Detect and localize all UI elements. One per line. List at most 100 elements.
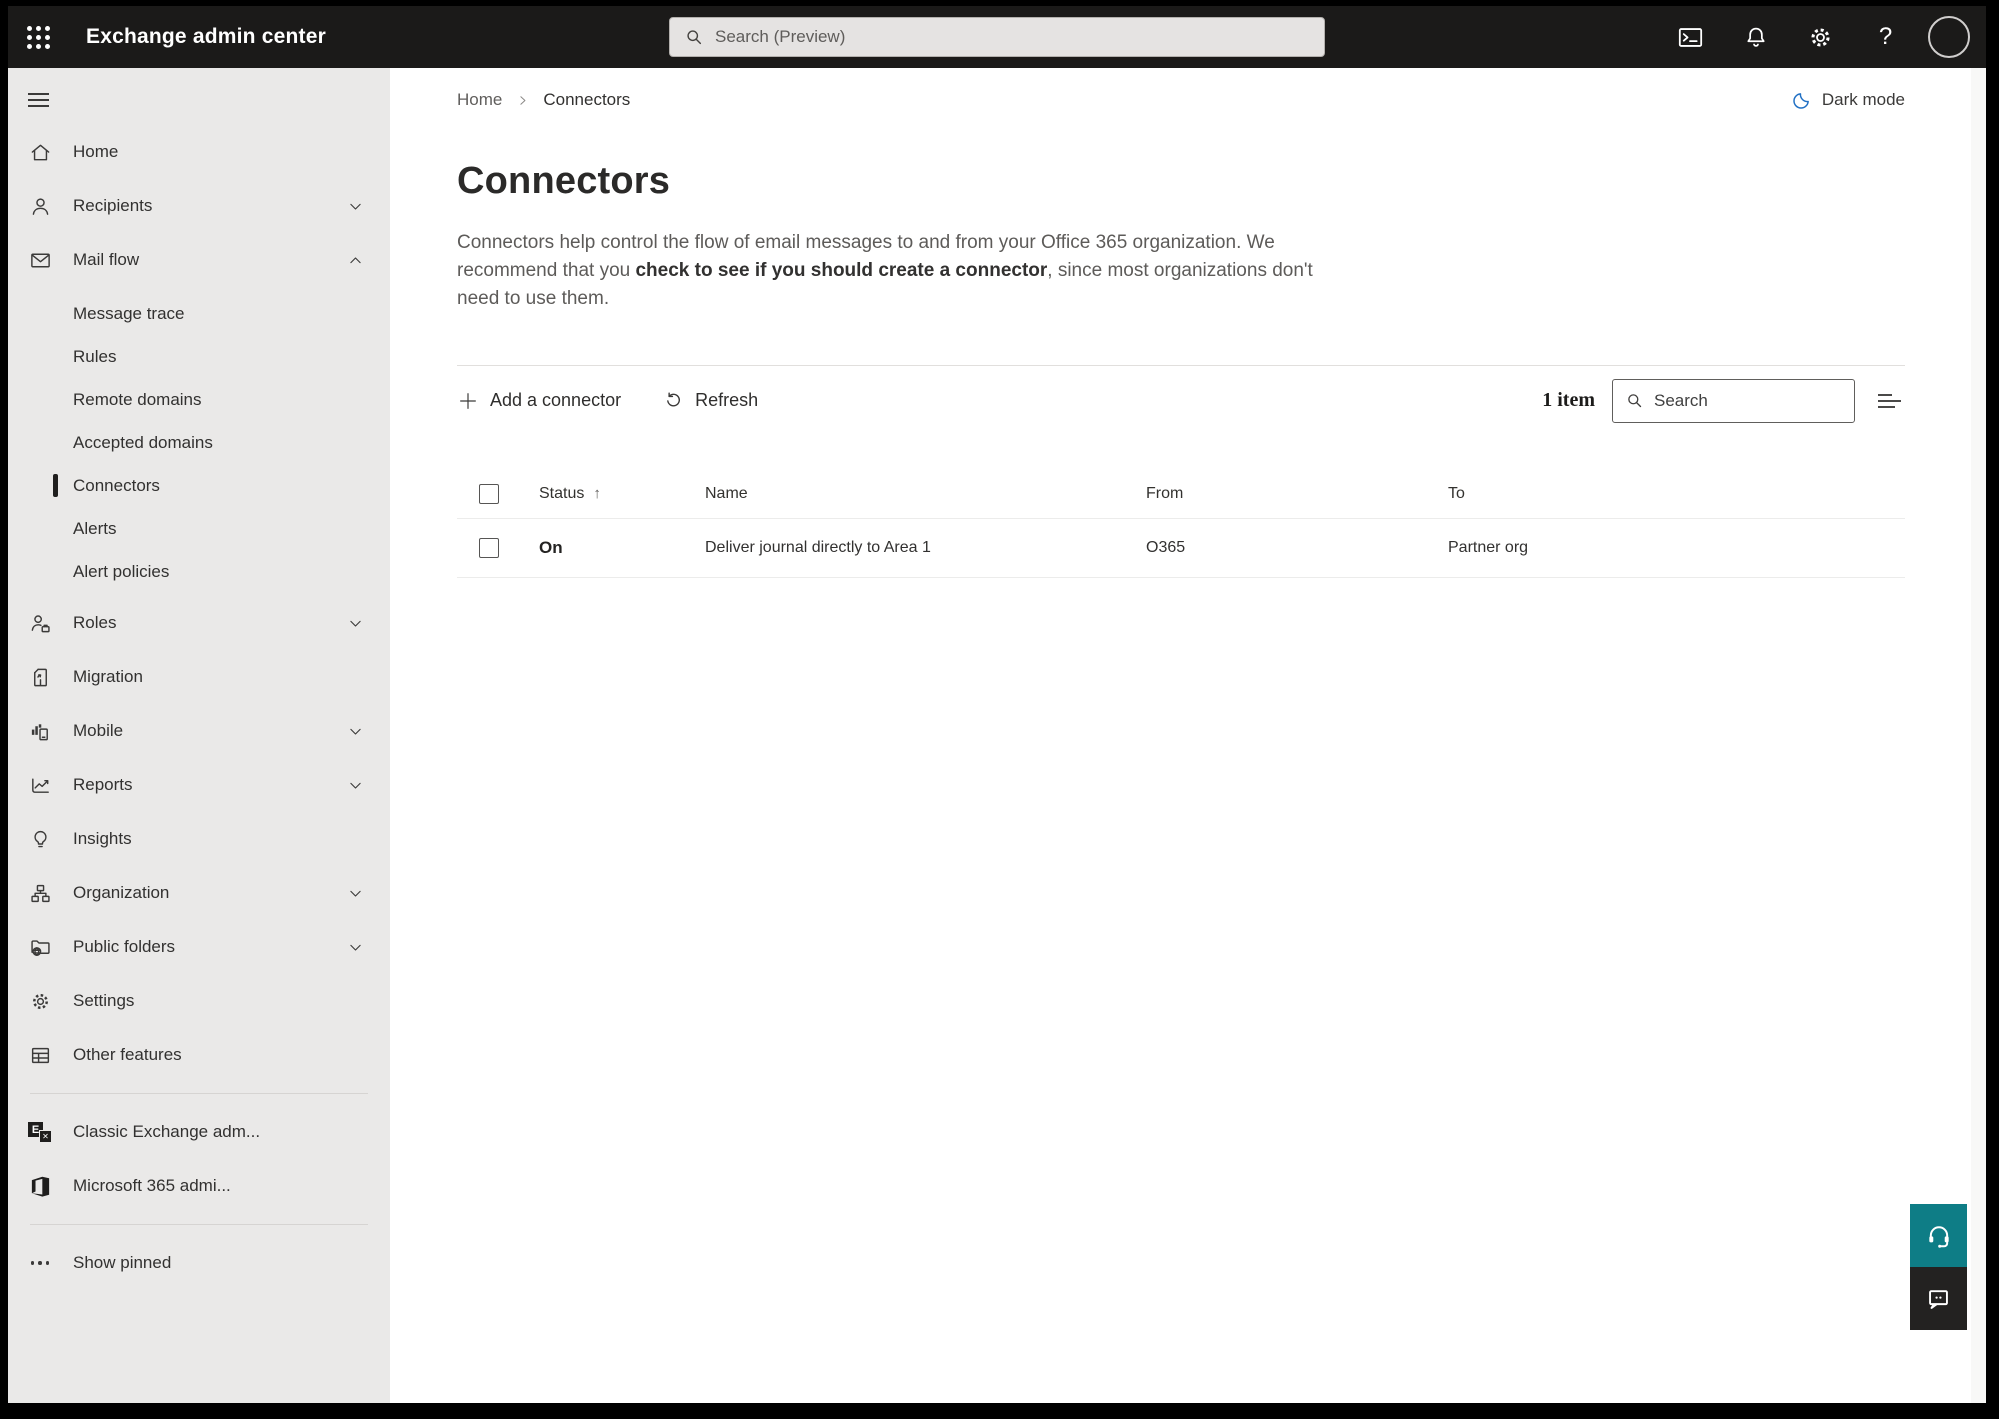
sidebar-subitem-label: Accepted domains xyxy=(73,432,213,452)
sidebar-item-label: Organization xyxy=(73,883,170,902)
top-bar: Exchange admin center Search (Preview) ? xyxy=(8,6,1986,68)
table-header-row: Status ↑ Name From To xyxy=(457,469,1905,519)
refresh-icon xyxy=(667,392,681,407)
sidebar-item-accepted-domains[interactable]: Accepted domains xyxy=(8,421,390,464)
chat-bubble-icon xyxy=(1929,1290,1948,1309)
sidebar-item-recipients[interactable]: Recipients xyxy=(8,184,390,228)
sidebar-item-label: Home xyxy=(73,142,119,161)
terminal-icon xyxy=(1678,27,1703,47)
sidebar-item-public-folders[interactable]: Public folders xyxy=(8,925,390,969)
sidebar-item-organization[interactable]: Organization xyxy=(8,871,390,915)
page-title: Connectors xyxy=(457,160,671,202)
support-button[interactable] xyxy=(1910,1204,1967,1267)
sidebar: Home Recipients Mail flow Message trace … xyxy=(8,68,390,1403)
account-avatar[interactable] xyxy=(1928,16,1970,58)
lightbulb-icon xyxy=(28,827,52,851)
sidebar-item-label: Recipients xyxy=(73,196,153,215)
search-icon xyxy=(687,30,702,45)
sidebar-item-mail-flow[interactable]: Mail flow xyxy=(8,238,390,282)
column-header-status[interactable]: Status ↑ xyxy=(539,485,705,503)
add-connector-label: Add a connector xyxy=(490,390,622,410)
refresh-button[interactable]: Refresh xyxy=(663,390,758,411)
topbar-actions: ? xyxy=(1658,6,1986,68)
row-from: O365 xyxy=(1146,539,1186,556)
sidebar-subitem-label: Rules xyxy=(73,346,117,366)
select-all-checkbox[interactable] xyxy=(479,483,499,504)
plus-icon xyxy=(460,392,476,409)
column-header-from[interactable]: From xyxy=(1146,485,1448,503)
mail-icon xyxy=(28,248,52,272)
sidebar-item-other-features[interactable]: Other features xyxy=(8,1033,390,1077)
app-launcher-button[interactable] xyxy=(8,6,68,68)
sidebar-subitem-label: Remote domains xyxy=(73,389,202,409)
sidebar-subitem-label: Alert policies xyxy=(73,561,170,581)
sidebar-item-label: Mail flow xyxy=(73,250,140,269)
app-window: Exchange admin center Search (Preview) ?… xyxy=(8,6,1986,1403)
sidebar-item-rules[interactable]: Rules xyxy=(8,335,390,378)
sidebar-collapse-button[interactable] xyxy=(8,78,390,122)
sidebar-item-mobile[interactable]: Mobile xyxy=(8,709,390,753)
column-header-to[interactable]: To xyxy=(1448,485,1905,503)
add-connector-button[interactable]: Add a connector xyxy=(457,390,621,412)
row-status: On xyxy=(539,538,563,557)
sidebar-divider xyxy=(30,1093,368,1094)
dark-mode-toggle[interactable]: Dark mode xyxy=(1791,90,1905,111)
sidebar-item-classic-exchange-admin[interactable]: E ✕ Classic Exchange adm... xyxy=(8,1110,390,1154)
list-search-box[interactable] xyxy=(1612,378,1855,423)
folder-globe-icon xyxy=(28,935,52,959)
question-mark-icon: ? xyxy=(1878,23,1893,50)
scrollbar-track[interactable] xyxy=(1971,68,1986,1403)
notifications-button[interactable] xyxy=(1723,6,1788,68)
sidebar-item-remote-domains[interactable]: Remote domains xyxy=(8,378,390,421)
create-connector-link[interactable]: check to see if you should create a conn… xyxy=(635,260,1047,281)
sidebar-item-label: Show pinned xyxy=(73,1253,172,1272)
breadcrumb-home-link[interactable]: Home xyxy=(457,90,502,110)
sidebar-item-connectors[interactable]: Connectors xyxy=(8,464,390,507)
main-panel: Home Connectors Dark mode Connectors Con… xyxy=(390,68,1986,1403)
sidebar-item-roles[interactable]: Roles xyxy=(8,601,390,645)
moon-icon xyxy=(1793,92,1809,109)
sidebar-subitem-label: Connectors xyxy=(73,475,160,495)
sidebar-item-alert-policies[interactable]: Alert policies xyxy=(8,550,390,593)
global-search-box[interactable] xyxy=(669,17,1325,57)
breadcrumb-current: Connectors xyxy=(543,90,631,109)
gear-icon xyxy=(1811,27,1830,47)
table-row[interactable]: On Deliver journal directly to Area 1 O3… xyxy=(457,519,1905,578)
chevron-up-icon xyxy=(347,252,364,269)
filter-icon xyxy=(1878,393,1901,408)
chevron-right-icon xyxy=(516,94,529,107)
cloud-shell-button[interactable] xyxy=(1658,6,1723,68)
column-header-name[interactable]: Name xyxy=(705,485,1146,503)
sidebar-item-label: Insights xyxy=(73,829,132,848)
sidebar-item-home[interactable]: Home xyxy=(8,130,390,174)
sidebar-item-microsoft-365-admin[interactable]: Microsoft 365 admi... xyxy=(8,1164,390,1208)
sidebar-item-reports[interactable]: Reports xyxy=(8,763,390,807)
settings-button[interactable] xyxy=(1788,6,1853,68)
list-search-input[interactable] xyxy=(1654,390,1842,411)
sidebar-item-settings[interactable]: Settings xyxy=(8,979,390,1023)
sidebar-item-alerts[interactable]: Alerts xyxy=(8,507,390,550)
app-title: Exchange admin center xyxy=(86,25,326,48)
chevron-down-icon xyxy=(347,939,364,956)
sidebar-item-message-trace[interactable]: Message trace xyxy=(8,292,390,335)
chevron-down-icon xyxy=(347,615,364,632)
sidebar-item-label: Mobile xyxy=(73,721,124,740)
sidebar-item-insights[interactable]: Insights xyxy=(8,817,390,861)
list-toolbar: Add a connector Refresh 1 item xyxy=(457,365,1905,435)
sidebar-item-show-pinned[interactable]: Show pinned xyxy=(8,1241,390,1285)
home-icon xyxy=(28,140,52,164)
row-checkbox[interactable] xyxy=(479,538,499,558)
feedback-button[interactable] xyxy=(1910,1267,1967,1330)
line-chart-icon xyxy=(28,773,52,797)
global-search-input[interactable] xyxy=(715,27,1310,47)
person-briefcase-icon xyxy=(28,611,52,635)
sidebar-item-label: Settings xyxy=(73,991,135,1010)
filter-button[interactable] xyxy=(1874,386,1905,416)
gear-icon xyxy=(28,989,52,1013)
sidebar-item-label: Migration xyxy=(73,667,143,686)
bell-icon xyxy=(1746,27,1765,47)
sidebar-divider xyxy=(30,1224,368,1225)
sidebar-item-migration[interactable]: Migration xyxy=(8,655,390,699)
row-to: Partner org xyxy=(1448,539,1529,556)
help-button[interactable]: ? xyxy=(1853,6,1918,68)
